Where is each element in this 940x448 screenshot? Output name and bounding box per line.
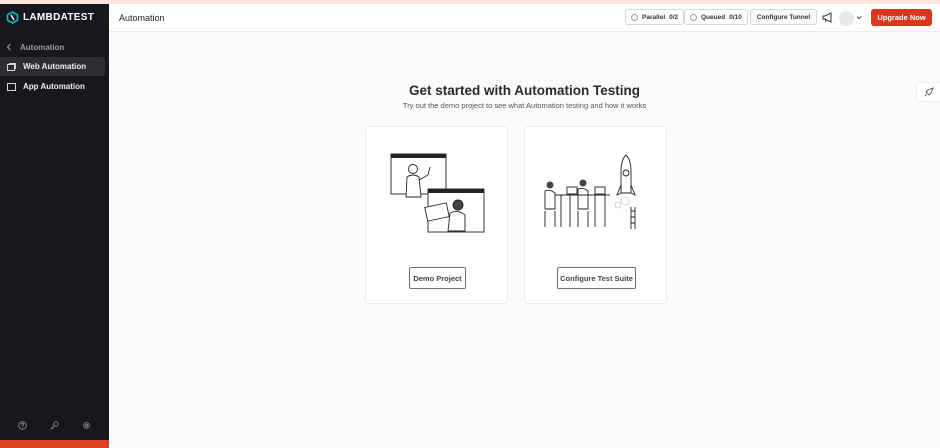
queued-status-icon <box>690 13 697 21</box>
sidebar-item-web-automation[interactable]: Web Automation <box>0 57 105 76</box>
parallel-status-pill[interactable]: Parallel 0/2 <box>625 9 685 25</box>
sidebar-item-label: App Automation <box>23 82 85 91</box>
sidebar-back-label: Automation <box>20 42 65 52</box>
sidebar: LAMBDATEST Automation Web Automation App… <box>0 4 109 448</box>
top-header: Automation Parallel 0/2 Queued 0/10 Conf… <box>109 4 940 32</box>
mobile-app-icon <box>7 82 16 91</box>
sidebar-item-app-automation[interactable]: App Automation <box>0 77 105 96</box>
parallel-label: Parallel <box>642 13 666 21</box>
queued-status-pill[interactable]: Queued 0/10 <box>684 9 748 25</box>
configure-test-suite-card: Configure Test Suite <box>524 126 667 304</box>
upgrade-now-button[interactable]: Upgrade Now <box>871 9 932 26</box>
queued-value: 0/10 <box>729 13 742 21</box>
settings-icon[interactable] <box>82 421 91 430</box>
configure-test-suite-illustration <box>544 154 636 229</box>
page-title: Automation <box>119 13 165 23</box>
parallel-status-icon <box>631 13 638 21</box>
sidebar-back-link[interactable]: Automation <box>6 40 64 54</box>
demo-project-card: Demo Project <box>365 126 508 304</box>
sidebar-upgrade-banner[interactable] <box>0 440 109 448</box>
key-icon[interactable] <box>50 420 59 430</box>
demo-project-button[interactable]: Demo Project <box>409 267 466 289</box>
chevron-down-icon[interactable] <box>856 15 862 20</box>
sidebar-item-label: Web Automation <box>23 62 87 71</box>
sidebar-bottom-bar <box>0 418 109 432</box>
queued-label: Queued <box>701 13 726 21</box>
brand-logo[interactable]: LAMBDATEST <box>6 11 94 24</box>
main-heading: Get started with Automation Testing <box>408 83 640 98</box>
configure-tunnel-button[interactable]: Configure Tunnel <box>750 9 817 25</box>
lambdatest-logo-icon <box>6 11 19 24</box>
demo-project-illustration <box>390 153 485 233</box>
brand-name: LAMBDATEST <box>23 12 95 23</box>
main-subtitle: Try out the demo project to see what Aut… <box>402 101 647 110</box>
help-icon[interactable] <box>17 420 27 430</box>
browser-window-icon <box>7 62 16 71</box>
configure-test-suite-button[interactable]: Configure Test Suite <box>557 267 636 289</box>
megaphone-icon[interactable] <box>822 12 834 23</box>
user-avatar[interactable] <box>839 11 854 26</box>
parallel-value: 0/2 <box>669 13 679 21</box>
chevron-left-icon <box>6 43 11 51</box>
